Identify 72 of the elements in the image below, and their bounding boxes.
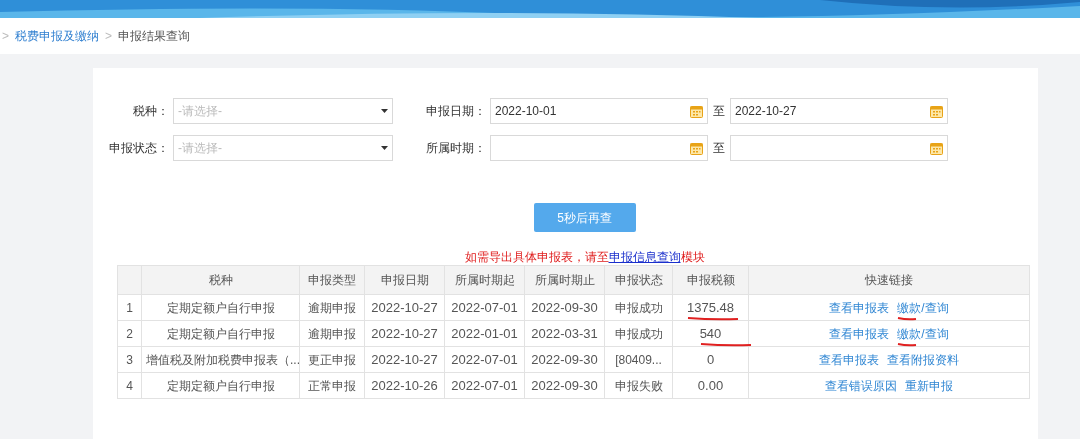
caret-icon — [381, 146, 388, 150]
quick-link[interactable]: 缴款/查询 — [897, 298, 949, 317]
table-cell: 逾期申报 — [299, 294, 365, 321]
column-header: 申报税额 — [672, 265, 749, 295]
quick-link[interactable]: 查看申报表 — [829, 324, 890, 343]
quick-link[interactable]: 查看附报资料 — [887, 350, 959, 369]
calendar-icon[interactable] — [930, 141, 943, 155]
quick-link[interactable]: 查看申报表 — [829, 298, 890, 317]
table-cell: 2022-09-30 — [524, 346, 605, 373]
header-cell — [117, 265, 142, 295]
table-cell: 正常申报 — [299, 372, 365, 399]
caret-icon — [381, 109, 388, 113]
table-cell: 申报失败 — [604, 372, 673, 399]
table-cell: 2022-01-01 — [444, 320, 525, 347]
column-header: 所属时期止 — [524, 265, 605, 295]
breadcrumb-current: 申报结果查询 — [118, 28, 191, 45]
column-header: 所属时期起 — [444, 265, 525, 295]
notice-link[interactable]: 申报信息查询 — [608, 250, 681, 264]
table-cell: 2022-07-01 — [444, 346, 525, 373]
date-field[interactable] — [490, 135, 708, 161]
column-header: 申报状态 — [604, 265, 673, 295]
filter-label: 税种： — [132, 103, 170, 120]
table-cell: 2022-10-26 — [364, 372, 445, 399]
table-cell: 更正申报 — [299, 346, 365, 373]
date-field[interactable]: 2022-10-01 — [490, 98, 708, 124]
table-cell: 定期定额户自行申报 — [141, 294, 300, 321]
quick-link[interactable]: 重新申报 — [905, 376, 953, 395]
filter-label: 所属时期： — [425, 140, 487, 157]
table-cell: 2022-03-31 — [524, 320, 605, 347]
date-field[interactable] — [730, 135, 948, 161]
table-cell: 3 — [117, 346, 142, 373]
table-cell: 2022-07-01 — [444, 294, 525, 321]
quick-link[interactable]: 查看错误原因 — [825, 376, 897, 395]
table-cell: 2022-09-30 — [524, 372, 605, 399]
range-separator: 至 — [713, 140, 725, 157]
table-cell: 1 — [117, 294, 142, 321]
filter-label: 申报状态： — [108, 140, 170, 157]
table-cell: 增值税及附加税费申报表（... — [141, 346, 300, 373]
breadcrumb-link[interactable]: 税费申报及缴纳 — [15, 27, 99, 45]
table-cell: 2 — [117, 320, 142, 347]
table-cell-text: 0.00 — [697, 376, 724, 395]
table-cell: 2022-07-01 — [444, 372, 525, 399]
date-field[interactable]: 2022-10-27 — [730, 98, 948, 124]
table-cell: 定期定额户自行申报 — [141, 372, 300, 399]
table-cell: 逾期申报 — [299, 320, 365, 347]
column-header: 申报类型 — [299, 265, 365, 295]
calendar-icon[interactable] — [690, 104, 703, 118]
table-cell: 4 — [117, 372, 142, 399]
query-button[interactable]: 5秒后再查 — [533, 203, 636, 232]
breadcrumb-separator: > — [2, 28, 9, 45]
table-cell-text: 0 — [706, 350, 715, 369]
column-header: 税种 — [141, 265, 300, 295]
quick-link[interactable]: 缴款/查询 — [897, 324, 949, 343]
table-cell: 540 — [699, 323, 722, 344]
table-cell: 2022-10-27 — [364, 346, 445, 373]
calendar-icon[interactable] — [690, 141, 703, 155]
filter-label: 申报日期： — [425, 103, 487, 120]
table-cell: 1375.48 — [687, 297, 734, 318]
column-header: 快速链接 — [748, 265, 1030, 295]
table-cell: 2022-10-27 — [364, 320, 445, 347]
table-cell: 申报成功 — [604, 320, 673, 347]
calendar-icon[interactable] — [930, 104, 943, 118]
table-cell: 定期定额户自行申报 — [141, 320, 300, 347]
quick-link[interactable]: 查看申报表 — [819, 350, 879, 369]
range-separator: 至 — [713, 103, 725, 120]
table-cell: [80409... — [604, 346, 673, 373]
notice-text: 如需导出具体申报表，请至申报信息查询模块 — [463, 249, 706, 265]
table-cell: 2022-10-27 — [364, 294, 445, 321]
table-cell: 2022-09-30 — [524, 294, 605, 321]
table-cell: 申报成功 — [604, 294, 673, 321]
breadcrumb-separator: > — [105, 28, 113, 45]
column-header: 申报日期 — [364, 265, 445, 295]
